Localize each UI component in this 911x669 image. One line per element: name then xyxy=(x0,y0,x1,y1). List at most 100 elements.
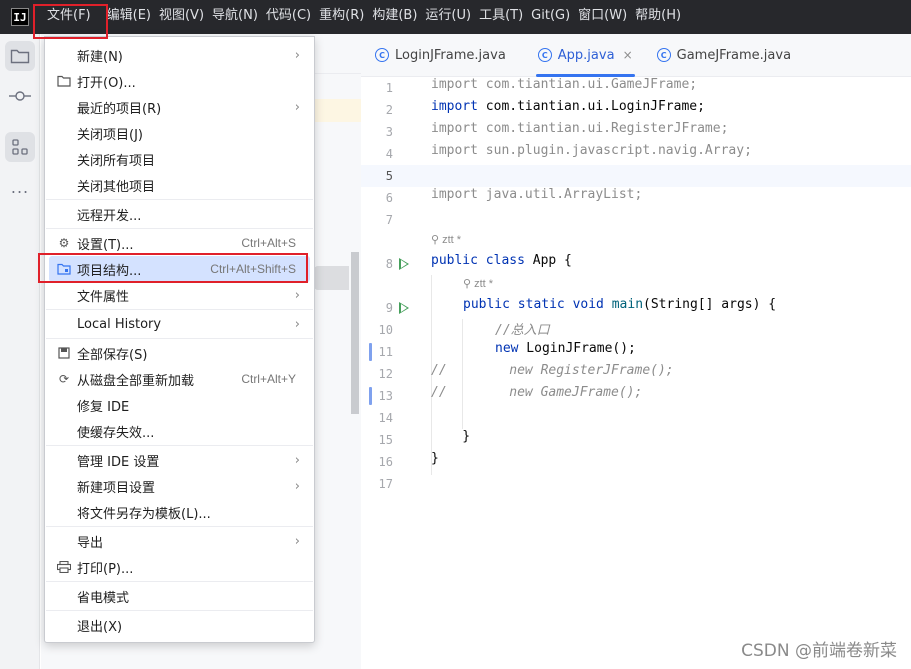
menu-separator xyxy=(46,228,313,229)
menu-item-label: 远程开发... xyxy=(77,208,142,224)
menu-item-new-project-settings[interactable]: 新建项目设置 › xyxy=(45,473,314,499)
menu-item-label: 打开(O)... xyxy=(77,75,136,91)
code-keyword: public class xyxy=(431,253,525,268)
menu-item-close-all-projects[interactable]: 关闭所有项目 xyxy=(45,146,314,172)
chevron-right-icon: › xyxy=(294,478,300,494)
menu-item-repair-ide[interactable]: 修复 IDE xyxy=(45,392,314,418)
menu-item-label: 将文件另存为模板(L)... xyxy=(77,506,211,522)
class-icon: C xyxy=(537,48,552,62)
tab-loginjframe[interactable]: C LoginJFrame.java xyxy=(363,34,518,77)
chevron-right-icon: › xyxy=(294,533,300,549)
menu-item-label: 新建(N) xyxy=(77,49,123,65)
app-logo-icon[interactable]: IJ xyxy=(11,8,29,26)
chevron-right-icon: › xyxy=(294,452,300,468)
menu-item-file-properties[interactable]: 文件属性 › xyxy=(45,282,314,308)
menu-refactor[interactable]: 重构(R) xyxy=(319,0,372,34)
editor-tab-bar: C LoginJFrame.java C App.java × C GameJF… xyxy=(361,34,911,77)
code-text: (String[] args) { xyxy=(643,297,777,312)
menu-item-local-history[interactable]: Local History › xyxy=(45,311,314,337)
menu-code[interactable]: 代码(C) xyxy=(266,0,319,34)
code-comment: // new RegisterJFrame(); xyxy=(431,363,674,378)
menu-tools[interactable]: 工具(T) xyxy=(479,0,531,34)
menu-bar: IJ 文件(F) 编辑(E) 视图(V) 导航(N) 代码(C) 重构(R) 构… xyxy=(0,0,911,34)
menu-item-label: 修复 IDE xyxy=(77,399,130,415)
menu-item-label: 从磁盘全部重新加载 xyxy=(77,373,195,389)
author-inlay-hint[interactable]: ⚲ ztt * xyxy=(431,233,461,253)
menu-item-reload-all[interactable]: ⟳ 从磁盘全部重新加载 Ctrl+Alt+Y xyxy=(45,366,314,392)
commit-tool-button[interactable] xyxy=(5,81,35,111)
project-tool-button[interactable] xyxy=(5,41,35,71)
project-tree-selected-row[interactable] xyxy=(314,266,349,290)
menu-item-label: 导出 xyxy=(77,535,104,551)
user-icon: ⚲ xyxy=(431,234,443,246)
menu-item-open[interactable]: 打开(O)... xyxy=(45,68,314,94)
line-number: 13 xyxy=(378,389,393,403)
code-line: import java.util.ArrayList; xyxy=(431,187,643,202)
menu-build[interactable]: 构建(B) xyxy=(372,0,425,34)
menu-item-close-project[interactable]: 关闭项目(J) xyxy=(45,120,314,146)
menu-item-label: 退出(X) xyxy=(77,619,123,635)
menu-navigate[interactable]: 导航(N) xyxy=(212,0,266,34)
line-number: 15 xyxy=(378,433,393,447)
menu-item-new[interactable]: 新建(N) › xyxy=(45,42,314,68)
menu-item-close-other-projects[interactable]: 关闭其他项目 xyxy=(45,172,314,198)
tab-app[interactable]: C App.java × xyxy=(526,34,645,77)
menu-item-label: 使缓存失效... xyxy=(77,425,155,441)
project-panel-scrollbar[interactable] xyxy=(351,252,359,414)
menu-item-manage-ide-settings[interactable]: 管理 IDE 设置 › xyxy=(45,447,314,473)
menu-item-print[interactable]: 打印(P)... xyxy=(45,554,314,580)
menu-run[interactable]: 运行(U) xyxy=(425,0,479,34)
line-number: 1 xyxy=(385,81,393,95)
run-icon[interactable] xyxy=(399,258,409,270)
code-line: new LoginJFrame(); xyxy=(495,341,636,363)
folder-icon xyxy=(10,49,30,64)
menu-item-label: 文件属性 xyxy=(77,289,130,305)
tab-gamejframe[interactable]: C GameJFrame.java xyxy=(645,34,803,77)
structure-tool-button[interactable] xyxy=(5,132,35,162)
line-number: 2 xyxy=(385,103,393,117)
more-icon[interactable]: ... xyxy=(5,172,35,202)
menu-item-exit[interactable]: 退出(X) xyxy=(45,612,314,638)
line-number: 9 xyxy=(385,301,393,315)
code-function: main xyxy=(611,297,644,312)
menu-item-invalidate-caches[interactable]: 使缓存失效... xyxy=(45,418,314,444)
code-keyword: new xyxy=(495,341,519,356)
menu-view[interactable]: 视图(V) xyxy=(159,0,212,34)
menu-item-label: 设置(T)... xyxy=(77,237,134,253)
tab-label: LoginJFrame.java xyxy=(395,47,506,63)
code-line: import sun.plugin.javascript.navig.Array… xyxy=(431,143,752,158)
tool-window-strip: ... xyxy=(0,34,40,669)
commit-icon xyxy=(9,91,31,101)
code-text: LoginJFrame(); xyxy=(518,341,636,356)
current-line-highlight xyxy=(361,165,911,187)
menu-item-save-as-template[interactable]: 将文件另存为模板(L)... xyxy=(45,499,314,525)
menu-item-recent-projects[interactable]: 最近的项目(R) › xyxy=(45,94,314,120)
menu-help[interactable]: 帮助(H) xyxy=(635,0,689,34)
menu-separator xyxy=(46,526,313,527)
code-text: com.tiantian.ui.LoginJFrame; xyxy=(477,99,705,114)
menu-item-export[interactable]: 导出 › xyxy=(45,528,314,554)
menu-separator xyxy=(46,199,313,200)
code-text: App { xyxy=(524,253,572,268)
author-inlay-hint[interactable]: ⚲ ztt * xyxy=(463,277,493,297)
menu-item-save-all[interactable]: 全部保存(S) xyxy=(45,340,314,366)
author-name: ztt * xyxy=(442,234,462,246)
shortcut-label: Ctrl+Alt+Y xyxy=(241,372,296,386)
code-line: import com.tiantian.ui.LoginJFrame; xyxy=(431,99,705,121)
menu-separator xyxy=(46,309,313,310)
line-number: 14 xyxy=(378,411,393,425)
line-number: 16 xyxy=(378,455,393,469)
menu-window[interactable]: 窗口(W) xyxy=(578,0,635,34)
menu-git[interactable]: Git(G) xyxy=(531,0,578,34)
code-line: import com.tiantian.ui.GameJFrame; xyxy=(431,77,698,92)
menu-edit[interactable]: 编辑(E) xyxy=(107,0,159,34)
run-icon[interactable] xyxy=(399,302,409,314)
menu-item-remote-development[interactable]: 远程开发... xyxy=(45,201,314,227)
close-icon[interactable]: × xyxy=(623,48,633,62)
line-number: 8 xyxy=(385,257,393,271)
shortcut-label: Ctrl+Alt+S xyxy=(241,236,296,250)
project-tree-highlight-row xyxy=(314,99,361,122)
menu-item-power-save-mode[interactable]: 省电模式 xyxy=(45,583,314,609)
code-keyword: public static void xyxy=(463,297,604,312)
code-editor[interactable]: 1 2 3 4 5 6 7 8 9 10 11 12 13 14 15 16 1… xyxy=(361,77,911,669)
